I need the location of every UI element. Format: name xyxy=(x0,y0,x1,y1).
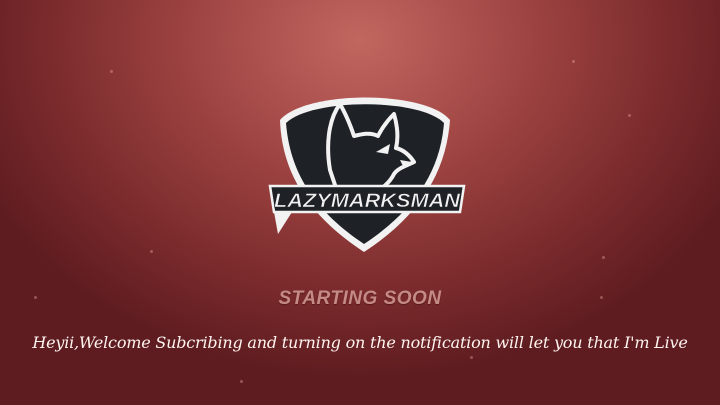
particle xyxy=(150,250,153,253)
particle xyxy=(602,256,605,259)
particle xyxy=(572,60,575,63)
starting-soon-label: STARTING SOON xyxy=(278,288,442,309)
brand-name-text: LAZYMARKSMAN xyxy=(274,191,461,212)
stream-starting-screen: LAZYMARKSMAN STARTING SOON Heyii,Welcome… xyxy=(0,0,720,405)
particle xyxy=(628,114,631,117)
welcome-message: Heyii,Welcome Subcribing and turning on … xyxy=(32,333,688,352)
particle xyxy=(240,380,243,383)
lazymarksman-logo: LAZYMARKSMAN xyxy=(268,97,466,252)
particle xyxy=(110,70,113,73)
particle xyxy=(470,356,473,359)
